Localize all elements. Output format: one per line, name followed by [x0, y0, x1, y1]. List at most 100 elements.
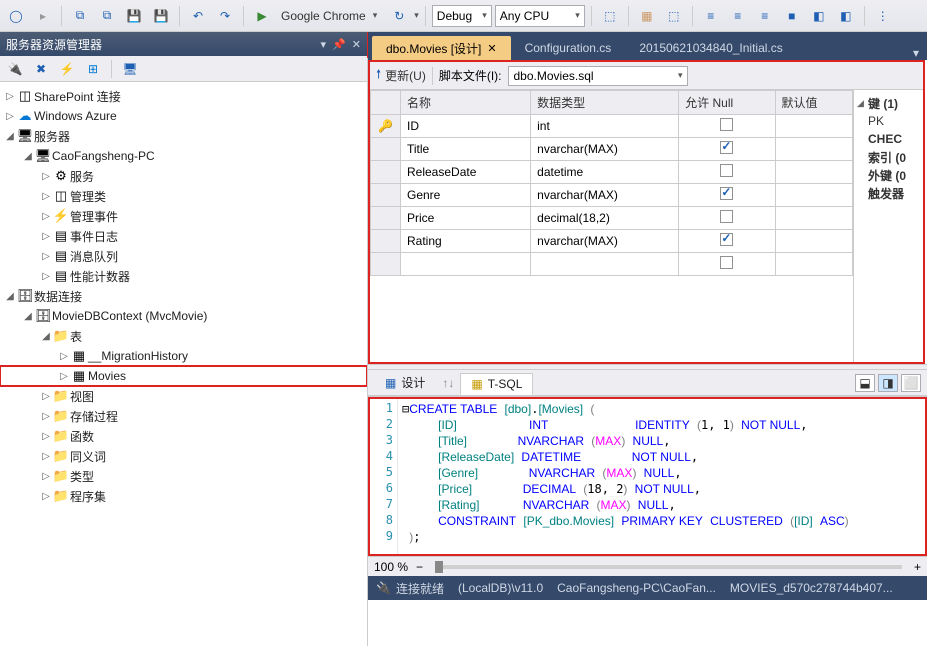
zoom-in-button[interactable]: + [914, 560, 921, 574]
tree-funcs[interactable]: ▷📁函数 [0, 426, 367, 446]
tab-configuration[interactable]: Configuration.cs [511, 36, 626, 60]
tree-views[interactable]: ▷📁视图 [0, 386, 367, 406]
null-checkbox[interactable] [720, 256, 733, 269]
tree-services[interactable]: ▷⚙服务 [0, 166, 367, 186]
columns-grid[interactable]: 名称 数据类型 允许 Null 默认值 🔑IDintTitlenvarchar(… [370, 90, 853, 362]
panel-menu-button[interactable]: ▾ [321, 38, 327, 51]
tree-servers[interactable]: ◢🖥服务器 [0, 126, 367, 146]
tree-tables[interactable]: ◢📁表 [0, 326, 367, 346]
tool-d-button[interactable]: ≡ [699, 4, 723, 28]
tool-g-button[interactable]: ■ [780, 4, 804, 28]
nav-fwd-button[interactable]: ▸ [31, 4, 55, 28]
undo-button[interactable]: ↶ [186, 4, 210, 28]
tree-azure[interactable]: ▷☁Windows Azure [0, 106, 367, 126]
keys-header[interactable]: 键 (1) [868, 95, 898, 112]
save-all-button[interactable]: 💾 [149, 4, 173, 28]
col-name[interactable]: Genre [401, 184, 531, 207]
index-header[interactable]: 索引 (0 [868, 149, 906, 166]
null-checkbox[interactable] [720, 164, 733, 177]
split-v-button[interactable]: ◨ [878, 374, 898, 392]
null-checkbox[interactable] [720, 118, 733, 131]
null-checkbox[interactable] [720, 233, 733, 246]
tool-i-button[interactable]: ◧ [834, 4, 858, 28]
panel-title-bar[interactable]: 服务器资源管理器 ▾ 📌 ✕ [0, 32, 367, 56]
platform-dropdown[interactable]: Any CPU [495, 5, 585, 27]
tree-eventlog[interactable]: ▷▤事件日志 [0, 226, 367, 246]
stop-button[interactable]: ⚡ [56, 58, 78, 80]
zoom-slider[interactable] [435, 565, 902, 569]
tree-asm[interactable]: ▷📁程序集 [0, 486, 367, 506]
tab-design[interactable]: ▦设计 [374, 372, 436, 394]
check-header[interactable]: CHEC [868, 132, 902, 146]
tree-sprocs[interactable]: ▷📁存储过程 [0, 406, 367, 426]
zoom-out-button[interactable]: − [416, 560, 423, 574]
tab-movies-design[interactable]: dbo.Movies [设计]✕ [372, 36, 511, 60]
sql-editor[interactable]: 123456789 ⊟CREATE TABLE [dbo].[Movies] (… [368, 396, 927, 556]
tool-b-button[interactable]: ▦ [635, 4, 659, 28]
nav-back-button[interactable]: ◯ [4, 4, 28, 28]
tree-mgmt-events[interactable]: ▷⚡管理事件 [0, 206, 367, 226]
table-row[interactable]: Titlenvarchar(MAX) [371, 138, 853, 161]
maximize-button[interactable]: ⬜ [901, 374, 921, 392]
col-type[interactable]: nvarchar(MAX) [531, 184, 679, 207]
col-name[interactable]: Title [401, 138, 531, 161]
azure-button[interactable]: ⊞ [82, 58, 104, 80]
update-button[interactable]: 🠕更新(U) [376, 65, 426, 86]
tree-movies[interactable]: ▷▦Movies [0, 366, 367, 386]
col-default[interactable] [775, 115, 852, 138]
col-default[interactable] [775, 184, 852, 207]
null-checkbox[interactable] [720, 141, 733, 154]
null-checkbox[interactable] [720, 210, 733, 223]
pin-button[interactable]: 📌 [332, 38, 346, 51]
tree-msgq[interactable]: ▷▤消息队列 [0, 246, 367, 266]
refresh-tree-button[interactable]: ✖ [30, 58, 52, 80]
col-name[interactable]: ReleaseDate [401, 161, 531, 184]
col-default[interactable] [775, 138, 852, 161]
sql-code[interactable]: ⊟CREATE TABLE [dbo].[Movies] ( [ID] INT … [398, 399, 925, 554]
tool-a-button[interactable]: ⬚ [598, 4, 622, 28]
col-default[interactable] [775, 161, 852, 184]
col-name-header[interactable]: 名称 [401, 91, 531, 115]
tool-f-button[interactable]: ≡ [753, 4, 777, 28]
tool-e-button[interactable]: ≡ [726, 4, 750, 28]
col-type-header[interactable]: 数据类型 [531, 91, 679, 115]
fk-header[interactable]: 外键 (0 [868, 167, 906, 184]
open-button[interactable]: ⧉ [95, 4, 119, 28]
tree-types[interactable]: ▷📁类型 [0, 466, 367, 486]
table-row[interactable]: ReleaseDatedatetime [371, 161, 853, 184]
col-name[interactable]: Price [401, 207, 531, 230]
table-row[interactable]: 🔑IDint [371, 115, 853, 138]
config-dropdown[interactable]: Debug [432, 5, 492, 27]
col-default[interactable] [775, 230, 852, 253]
tree-context[interactable]: ◢🗄MovieDBContext (MvcMovie) [0, 306, 367, 326]
col-default-header[interactable]: 默认值 [775, 91, 852, 115]
add-server-button[interactable]: 🖥 [119, 58, 141, 80]
tool-c-button[interactable]: ⬚ [662, 4, 686, 28]
refresh-button[interactable]: ↻ [387, 4, 411, 28]
tree-dataconn[interactable]: ◢🗄数据连接 [0, 286, 367, 306]
col-type[interactable]: nvarchar(MAX) [531, 138, 679, 161]
table-row[interactable]: Genrenvarchar(MAX) [371, 184, 853, 207]
tool-h-button[interactable]: ◧ [807, 4, 831, 28]
col-default[interactable] [775, 207, 852, 230]
col-type[interactable]: decimal(18,2) [531, 207, 679, 230]
pk-item[interactable]: PK [868, 114, 884, 128]
col-null-header[interactable]: 允许 Null [679, 91, 775, 115]
tool-j-button[interactable]: ⋮ [871, 4, 895, 28]
connect-button[interactable]: 🔌 [4, 58, 26, 80]
col-name[interactable]: ID [401, 115, 531, 138]
triggers-header[interactable]: 触发器 [868, 185, 904, 202]
redo-button[interactable]: ↷ [213, 4, 237, 28]
col-name[interactable]: Rating [401, 230, 531, 253]
tree-server-node[interactable]: ◢🖥CaoFangsheng-PC [0, 146, 367, 166]
tree-perf[interactable]: ▷▤性能计数器 [0, 266, 367, 286]
close-icon[interactable]: ✕ [487, 42, 496, 55]
save-button[interactable]: 💾 [122, 4, 146, 28]
col-type[interactable]: nvarchar(MAX) [531, 230, 679, 253]
split-h-button[interactable]: ⬓ [855, 374, 875, 392]
tab-tsql[interactable]: ▦T-SQL [460, 373, 533, 395]
tree-migration[interactable]: ▷▦__MigrationHistory [0, 346, 367, 366]
tab-overflow-button[interactable]: ▾ [905, 46, 927, 60]
start-button[interactable]: ▶ [250, 4, 274, 28]
tree-sharepoint[interactable]: ▷◫SharePoint 连接 [0, 86, 367, 106]
